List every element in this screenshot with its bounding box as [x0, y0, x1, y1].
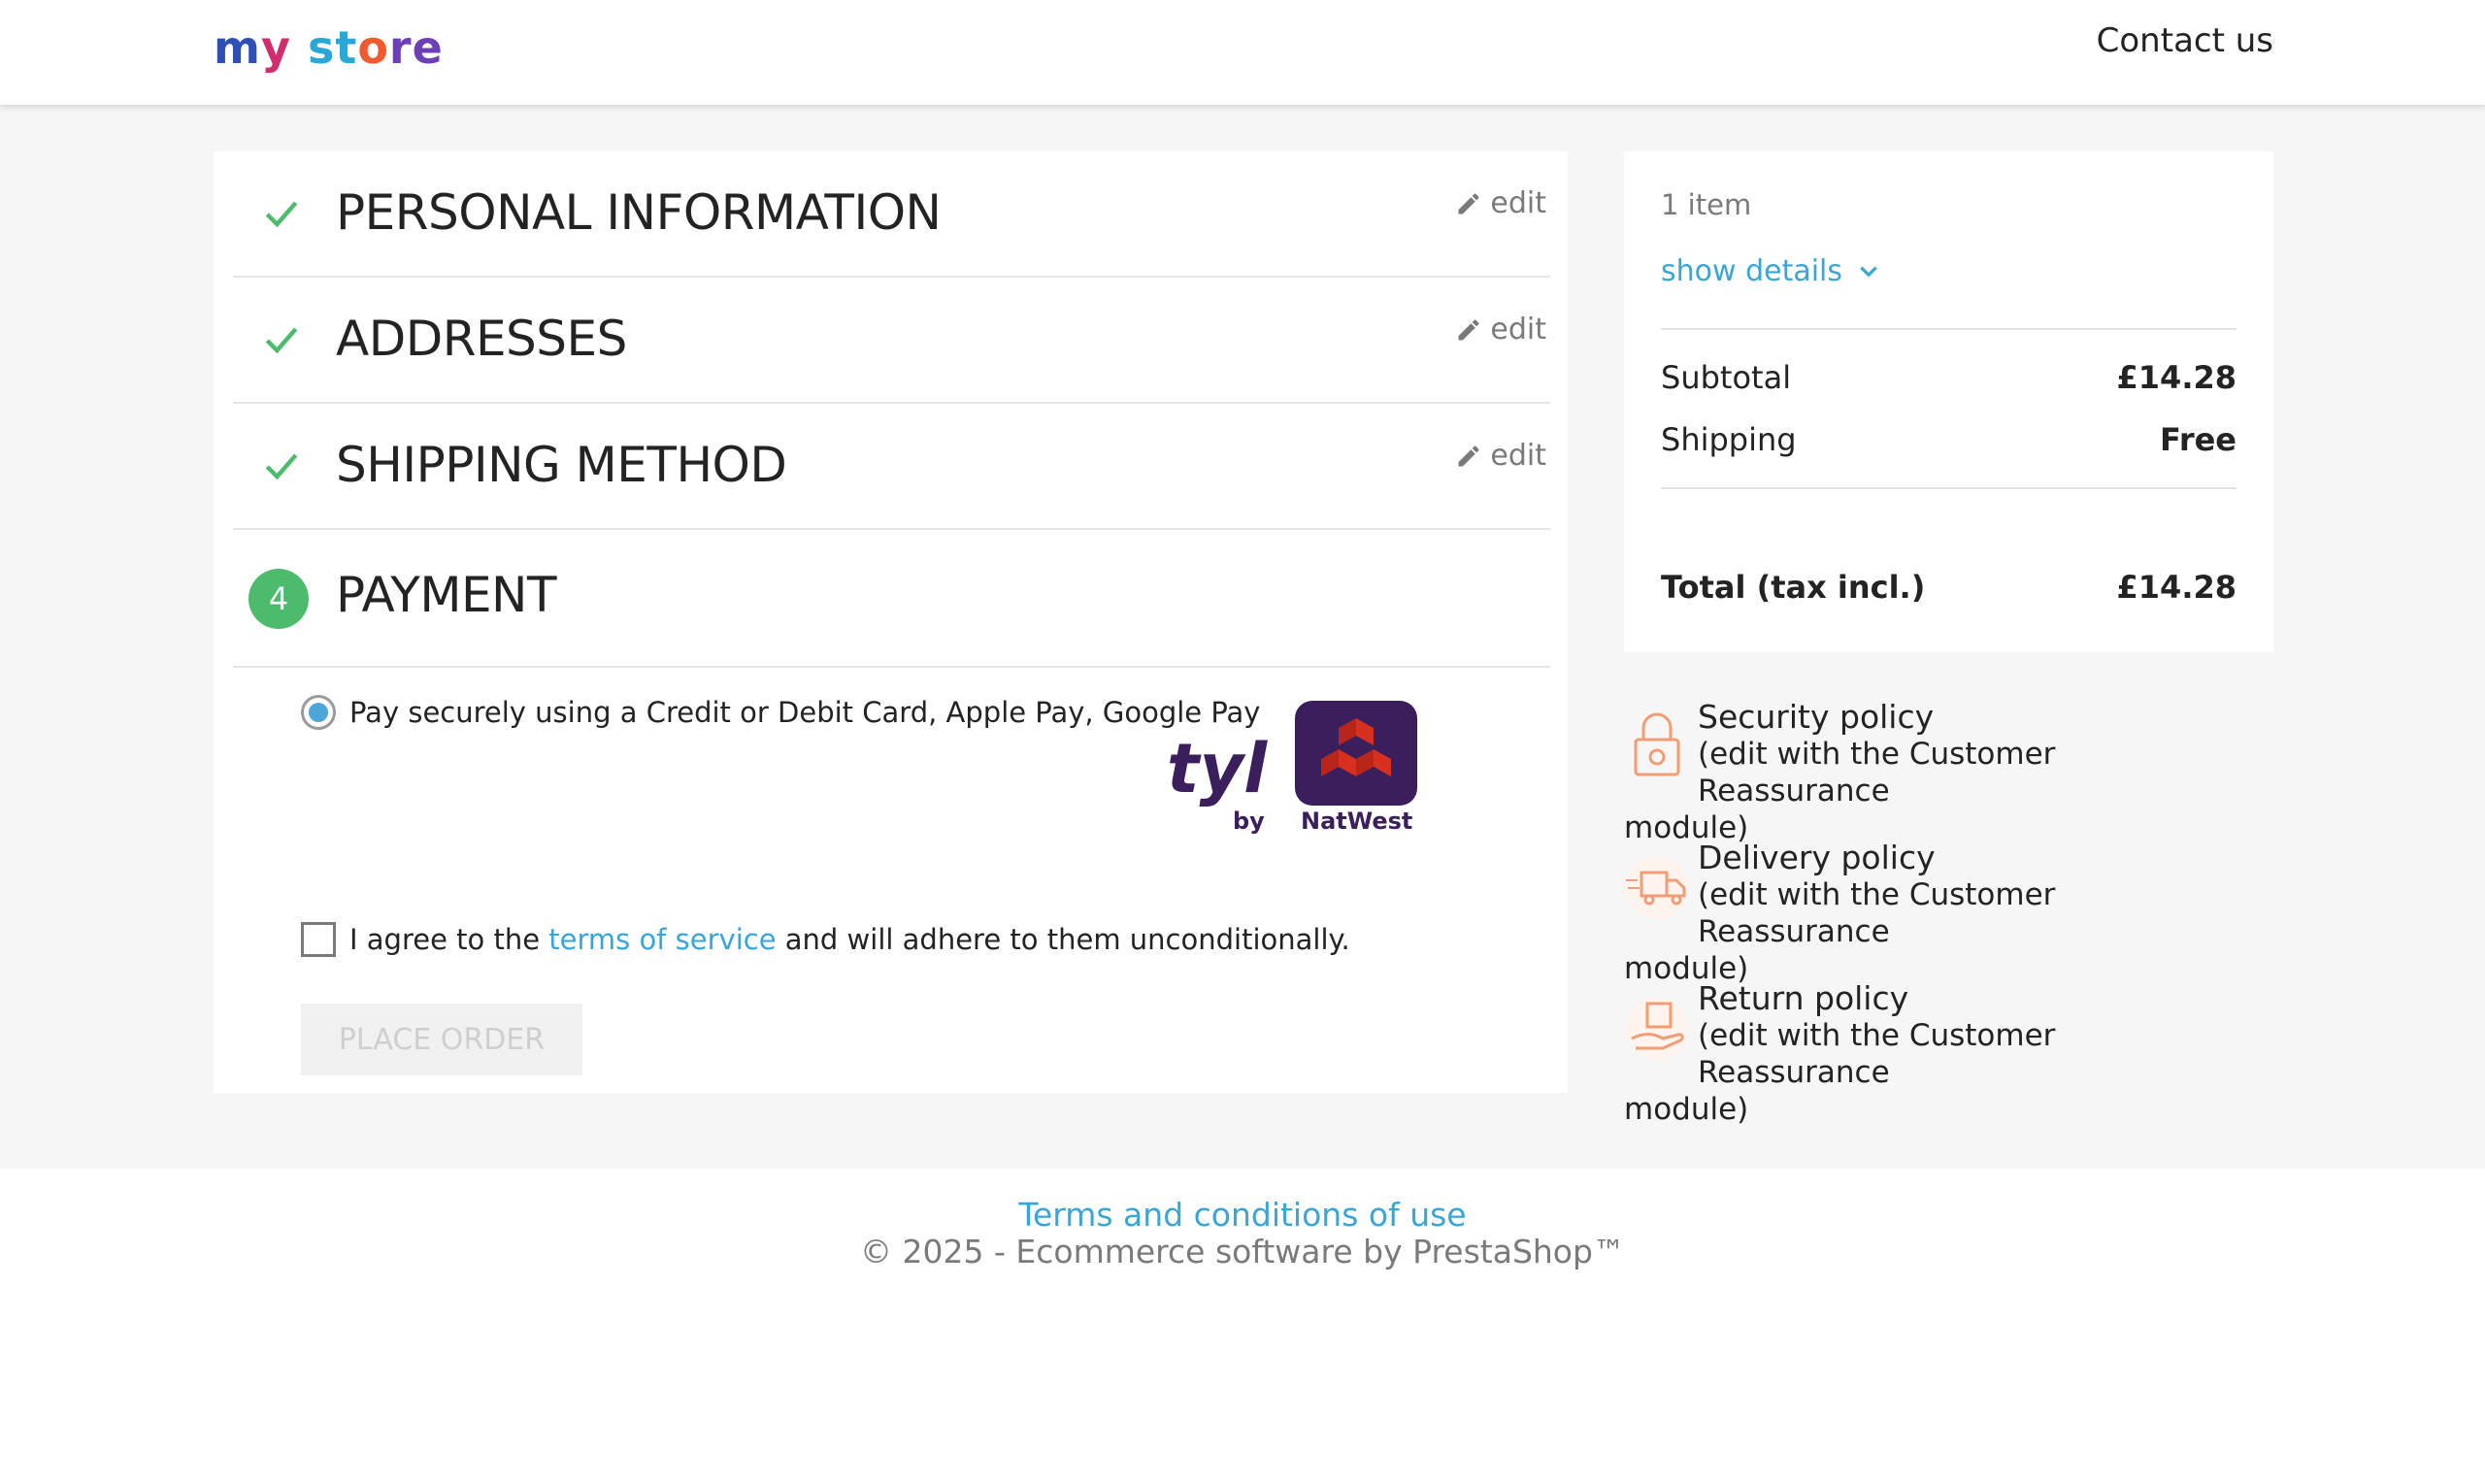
total-value: £14.28 [2116, 569, 2236, 606]
terms-checkbox[interactable] [301, 922, 336, 957]
subtotal-value: £14.28 [2116, 359, 2236, 396]
checkout-steps: PERSONAL INFORMATION edit ADDRESSES edit… [214, 151, 1568, 1093]
logo-letter: re [388, 21, 444, 74]
lock-icon [1634, 712, 1680, 776]
payment-option-label[interactable]: Pay securely using a Credit or Debit Car… [349, 696, 1260, 729]
logo-letter: m [214, 21, 261, 74]
reassurance-line: (edit with the Customer Reassurance [1698, 737, 2056, 808]
subtotal-row: Subtotal £14.28 [1661, 359, 2236, 396]
step-payment: 4 PAYMENT [233, 530, 1550, 668]
by-text: by [1233, 808, 1265, 835]
terms-prefix: I agree to the [349, 923, 549, 956]
check-icon [265, 327, 298, 354]
truck-icon [1626, 857, 1688, 919]
return-box-icon [1626, 998, 1688, 1060]
logo-letter: y [260, 21, 308, 74]
chevron-down-icon [1860, 266, 1877, 278]
logo-letter: o [357, 21, 389, 74]
site-footer: Terms and conditions of use © 2025 - Eco… [0, 1169, 2485, 1484]
reassurance-line: (edit with the Customer Reassurance [1698, 1018, 2056, 1090]
terms-suffix: and will adhere to them unconditionally. [776, 923, 1350, 956]
shipping-label: Shipping [1661, 421, 1797, 458]
store-logo[interactable]: my store [214, 21, 444, 74]
edit-shipping-method-button[interactable]: edit [1455, 439, 1546, 473]
contact-us-link[interactable]: Contact us [2097, 21, 2273, 60]
logo-letter: st [307, 21, 358, 74]
shipping-value: Free [2160, 421, 2236, 458]
edit-label: edit [1490, 313, 1546, 346]
pencil-icon [1458, 318, 1479, 340]
natwest-text: NatWest [1301, 808, 1412, 835]
payment-option[interactable]: Pay securely using a Credit or Debit Car… [301, 695, 1260, 730]
terms-and-conditions-link[interactable]: Terms and conditions of use [0, 1196, 2485, 1234]
divider [1661, 328, 2236, 330]
items-count: 1 item [1661, 188, 1752, 221]
terms-agreement: I agree to the terms of service and will… [301, 922, 1350, 957]
step-number-badge: 4 [248, 569, 309, 629]
natwest-logo-tile [1295, 701, 1417, 806]
tyl-natwest-logo: tyl by NatWest [1167, 701, 1417, 835]
subtotal-label: Subtotal [1661, 359, 1792, 396]
reassurance-line: (edit with the Customer Reassurance [1698, 877, 2056, 949]
reassurance-line: module) [1624, 1092, 1749, 1127]
total-label: Total (tax incl.) [1661, 569, 1926, 606]
total-row: Total (tax incl.) £14.28 [1661, 569, 2236, 606]
step-addresses[interactable]: ADDRESSES edit [233, 278, 1550, 404]
reassurance-title: Return policy [1698, 979, 1909, 1017]
reassurance-title: Security policy [1698, 698, 1935, 736]
edit-label: edit [1490, 439, 1546, 473]
reassurance-security: Security policy (edit with the Customer … [1624, 699, 2245, 846]
step-title: ADDRESSES [336, 311, 627, 367]
step-title: PERSONAL INFORMATION [336, 184, 942, 241]
show-details-label: show details [1661, 254, 1843, 288]
edit-label: edit [1490, 186, 1546, 220]
payment-option-radio[interactable] [301, 695, 336, 730]
site-header: my store Contact us [0, 0, 2485, 105]
step-title: SHIPPING METHOD [336, 437, 787, 493]
divider [1661, 487, 2236, 489]
step-shipping-method[interactable]: SHIPPING METHOD edit [233, 404, 1550, 530]
pencil-icon [1458, 192, 1479, 214]
tyl-text: tyl [1167, 729, 1268, 808]
copyright-text: © 2025 - Ecommerce software by PrestaSho… [860, 1233, 1625, 1270]
edit-personal-information-button[interactable]: edit [1455, 186, 1546, 220]
shipping-row: Shipping Free [1661, 421, 2236, 458]
reassurance-title: Delivery policy [1698, 839, 1936, 876]
reassurance-delivery: Delivery policy (edit with the Customer … [1624, 840, 2245, 987]
step-personal-information[interactable]: PERSONAL INFORMATION edit [233, 151, 1550, 278]
reassurance-return: Return policy (edit with the Customer Re… [1624, 980, 2245, 1128]
show-details-toggle[interactable]: show details [1661, 254, 1881, 288]
cart-summary: 1 item show details Subtotal £14.28 Ship… [1624, 151, 2273, 652]
place-order-button[interactable]: PLACE ORDER [301, 1004, 582, 1075]
step-title: PAYMENT [336, 567, 557, 623]
check-icon [265, 453, 298, 480]
terms-of-service-link[interactable]: terms of service [548, 923, 776, 956]
edit-addresses-button[interactable]: edit [1455, 313, 1546, 346]
pencil-icon [1458, 445, 1479, 466]
check-icon [265, 201, 298, 228]
